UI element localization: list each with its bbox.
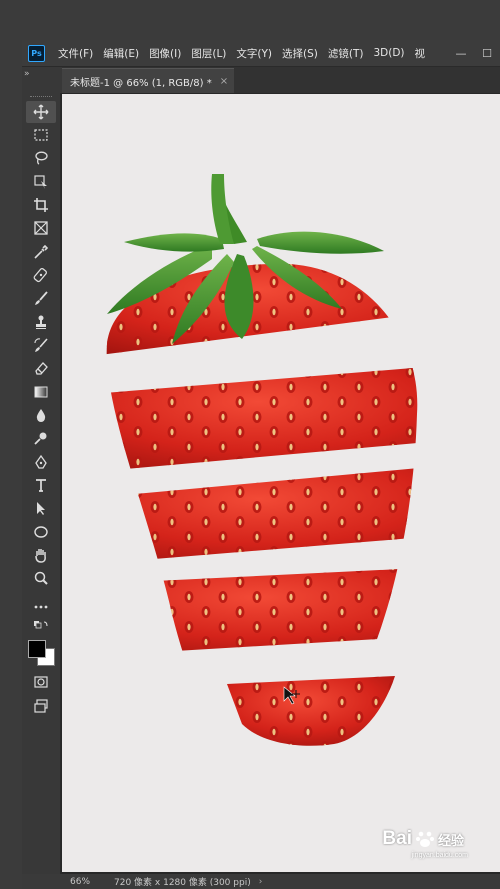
lasso-tool-icon[interactable] — [26, 147, 56, 169]
baidu-jingyan-watermark: Bai 经验 jingyan.baidu.com — [382, 828, 468, 859]
strawberry-slice-2 — [106, 364, 418, 472]
menu-bar: Ps 文件(F) 编辑(E) 图像(I) 图层(L) 文字(Y) 选择(S) 滤… — [22, 40, 500, 67]
strawberry-slice-3 — [106, 464, 418, 564]
foreground-color-swatch[interactable] — [28, 640, 46, 658]
window-controls: — ☐ — [448, 40, 500, 66]
blur-tool-icon[interactable] — [26, 404, 56, 426]
gradient-tool-icon[interactable] — [26, 381, 56, 403]
collapse-panels-icon[interactable]: » — [24, 69, 30, 79]
eyedropper-tool-icon[interactable] — [26, 241, 56, 263]
menu-file[interactable]: 文件(F) — [53, 46, 98, 61]
document-tab[interactable]: 未标题-1 @ 66% (1, RGB/8) * × — [62, 68, 235, 93]
document-dimensions: 720 像素 x 1280 像素 (300 ppi) — [114, 878, 251, 888]
strawberry-slice-tip — [227, 676, 395, 746]
document-canvas[interactable]: Bai 经验 jingyan.baidu.com — [62, 94, 500, 872]
ellipse-tool-icon[interactable] — [26, 521, 56, 543]
menu-filter[interactable]: 滤镜(T) — [323, 46, 369, 61]
status-menu-arrow[interactable]: › — [259, 877, 263, 887]
desktop-left — [0, 0, 22, 889]
eraser-tool-icon[interactable] — [26, 357, 56, 379]
menu-type[interactable]: 文字(Y) — [231, 46, 277, 61]
pen-tool-icon[interactable] — [26, 451, 56, 473]
minimize-button[interactable]: — — [448, 47, 474, 60]
type-tool-icon[interactable] — [26, 474, 56, 496]
move-tool-icon[interactable] — [26, 101, 56, 123]
menu-image[interactable]: 图像(I) — [144, 46, 186, 61]
crop-tool-icon[interactable] — [26, 194, 56, 216]
history-brush-tool-icon[interactable] — [26, 334, 56, 356]
hand-tool-icon[interactable] — [26, 544, 56, 566]
more-tools-icon[interactable] — [26, 596, 56, 618]
status-bar: 66% 720 像素 x 1280 像素 (300 ppi) › — [22, 874, 500, 889]
canvas-workspace[interactable]: Bai 经验 jingyan.baidu.com — [61, 93, 500, 874]
zoom-tool-icon[interactable] — [26, 567, 56, 589]
brush-tool-icon[interactable] — [26, 287, 56, 309]
menu-edit[interactable]: 编辑(E) — [98, 46, 144, 61]
close-tab-icon[interactable]: × — [220, 76, 228, 87]
watermark-url: jingyan.baidu.com — [411, 852, 468, 859]
swap-colors-icon[interactable] — [26, 618, 56, 632]
clone-stamp-tool-icon[interactable] — [26, 311, 56, 333]
sliced-strawberry-artwork — [106, 174, 418, 746]
menu-3d[interactable]: 3D(D) — [368, 47, 409, 59]
menu-select[interactable]: 选择(S) — [277, 46, 323, 61]
quick-mask-icon[interactable] — [26, 671, 56, 693]
watermark-brand: Bai — [382, 828, 412, 849]
toolbar-grip[interactable] — [30, 96, 52, 99]
desktop-top — [0, 0, 500, 40]
healing-brush-tool-icon[interactable] — [26, 264, 56, 286]
zoom-level[interactable]: 66% — [70, 877, 110, 887]
tools-panel — [22, 93, 61, 874]
photoshop-logo[interactable]: Ps — [28, 44, 45, 62]
strawberry-slice-4 — [106, 566, 418, 656]
document-tab-title: 未标题-1 @ 66% (1, RGB/8) * — [70, 77, 212, 89]
document-tab-row: 未标题-1 @ 66% (1, RGB/8) * × — [62, 67, 500, 93]
path-select-tool-icon[interactable] — [26, 497, 56, 519]
maximize-button[interactable]: ☐ — [474, 47, 500, 60]
object-select-tool-icon[interactable] — [26, 171, 56, 193]
menu-layer[interactable]: 图层(L) — [186, 46, 231, 61]
color-swatches — [27, 638, 57, 668]
frame-tool-icon[interactable] — [26, 217, 56, 239]
watermark-brand2: 经验 — [437, 832, 464, 848]
screen-mode-icon[interactable] — [26, 695, 56, 717]
baidu-paw-icon — [415, 831, 434, 847]
menu-view[interactable]: 视 — [410, 46, 431, 61]
marquee-tool-icon[interactable] — [26, 124, 56, 146]
dodge-tool-icon[interactable] — [26, 427, 56, 449]
